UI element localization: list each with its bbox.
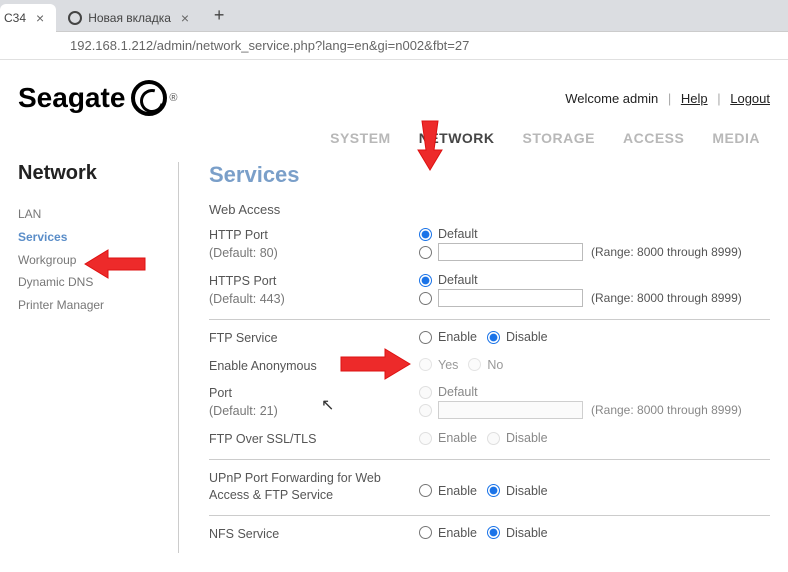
section-title: Services bbox=[209, 162, 770, 188]
nfs-disable-radio[interactable] bbox=[487, 526, 500, 539]
nav-storage[interactable]: STORAGE bbox=[523, 130, 595, 146]
brand-logo: Seagate ® bbox=[18, 80, 178, 116]
nav-access[interactable]: ACCESS bbox=[623, 130, 684, 146]
http-default-radio[interactable] bbox=[419, 228, 432, 241]
http-custom-radio[interactable] bbox=[419, 246, 432, 259]
nav-media[interactable]: MEDIA bbox=[712, 130, 760, 146]
range-note: (Range: 8000 through 8999) bbox=[591, 403, 742, 417]
upnp-disable-radio[interactable] bbox=[487, 484, 500, 497]
no-label: No bbox=[487, 358, 503, 372]
sidebar: Network LAN Services Workgroup Dynamic D… bbox=[18, 162, 178, 553]
enable-anon-label: Enable Anonymous bbox=[209, 358, 419, 376]
nfs-enable-radio[interactable] bbox=[419, 526, 432, 539]
upnp-enable-radio[interactable] bbox=[419, 484, 432, 497]
ftp-port-default-radio bbox=[419, 386, 432, 399]
brand-text: Seagate bbox=[18, 82, 125, 114]
main-nav: SYSTEM NETWORK STORAGE ACCESS MEDIA bbox=[18, 130, 770, 146]
ftp-port-custom-radio bbox=[419, 404, 432, 417]
ftp-ssl-label: FTP Over SSL/TLS bbox=[209, 431, 419, 449]
nav-network[interactable]: NETWORK bbox=[419, 130, 495, 146]
sidebar-item-workgroup[interactable]: Workgroup bbox=[18, 249, 178, 272]
disable-label: Disable bbox=[506, 484, 548, 498]
yes-label: Yes bbox=[438, 358, 458, 372]
help-link[interactable]: Help bbox=[681, 91, 708, 106]
sidebar-item-services[interactable]: Services bbox=[18, 226, 178, 249]
url-text: 192.168.1.212/admin/network_service.php?… bbox=[70, 38, 469, 53]
anon-no-radio bbox=[468, 358, 481, 371]
main-content: Services Web Access HTTP Port (Default: … bbox=[178, 162, 770, 553]
browser-tab-1[interactable]: C34 × bbox=[0, 4, 56, 32]
range-note: (Range: 8000 through 8999) bbox=[591, 291, 742, 305]
divider bbox=[209, 515, 770, 516]
default-label: Default bbox=[438, 385, 478, 399]
chrome-icon bbox=[68, 11, 82, 25]
sidebar-item-printer-manager[interactable]: Printer Manager bbox=[18, 294, 178, 317]
disable-label: Disable bbox=[506, 330, 548, 344]
ftp-port-label: Port (Default: 21) bbox=[209, 385, 419, 421]
divider bbox=[209, 459, 770, 460]
https-port-input[interactable] bbox=[438, 289, 583, 307]
range-note: (Range: 8000 through 8999) bbox=[591, 245, 742, 259]
default-label: Default bbox=[438, 227, 478, 241]
sidebar-item-lan[interactable]: LAN bbox=[18, 203, 178, 226]
nfs-label: NFS Service bbox=[209, 526, 419, 544]
disable-label: Disable bbox=[506, 431, 548, 445]
web-access-heading: Web Access bbox=[209, 202, 770, 217]
ftp-disable-radio[interactable] bbox=[487, 331, 500, 344]
divider bbox=[209, 319, 770, 320]
enable-label: Enable bbox=[438, 431, 477, 445]
ftpssl-enable-radio bbox=[419, 432, 432, 445]
browser-tab-bar: C34 × Новая вкладка × + bbox=[0, 0, 788, 32]
sidebar-item-dynamic-dns[interactable]: Dynamic DNS bbox=[18, 271, 178, 294]
ftp-service-label: FTP Service bbox=[209, 330, 419, 348]
tab-label: Новая вкладка bbox=[88, 11, 171, 25]
close-icon[interactable]: × bbox=[36, 10, 44, 26]
seagate-swirl-icon bbox=[131, 80, 167, 116]
default-label: Default bbox=[438, 273, 478, 287]
address-bar[interactable]: 192.168.1.212/admin/network_service.php?… bbox=[0, 32, 788, 60]
browser-tab-2[interactable]: Новая вкладка × bbox=[56, 4, 201, 32]
tab-label: C34 bbox=[4, 11, 26, 25]
enable-label: Enable bbox=[438, 330, 477, 344]
disable-label: Disable bbox=[506, 526, 548, 540]
anon-yes-radio bbox=[419, 358, 432, 371]
enable-label: Enable bbox=[438, 484, 477, 498]
https-custom-radio[interactable] bbox=[419, 292, 432, 305]
welcome-text: Welcome admin bbox=[565, 91, 658, 106]
ftp-port-input bbox=[438, 401, 583, 419]
upnp-label: UPnP Port Forwarding for Web Access & FT… bbox=[209, 470, 419, 505]
ftp-enable-radio[interactable] bbox=[419, 331, 432, 344]
http-port-input[interactable] bbox=[438, 243, 583, 261]
https-default-radio[interactable] bbox=[419, 274, 432, 287]
ftpssl-disable-radio bbox=[487, 432, 500, 445]
enable-label: Enable bbox=[438, 526, 477, 540]
sidebar-title: Network bbox=[18, 162, 178, 185]
logout-link[interactable]: Logout bbox=[730, 91, 770, 106]
close-icon[interactable]: × bbox=[181, 10, 189, 26]
http-port-label: HTTP Port (Default: 80) bbox=[209, 227, 419, 263]
new-tab-button[interactable]: + bbox=[207, 4, 231, 28]
cursor-icon: ↖ bbox=[321, 395, 334, 415]
nav-system[interactable]: SYSTEM bbox=[330, 130, 391, 146]
registered-mark: ® bbox=[169, 92, 177, 104]
https-port-label: HTTPS Port (Default: 443) bbox=[209, 273, 419, 309]
header-links: Welcome admin | Help | Logout bbox=[565, 91, 770, 106]
